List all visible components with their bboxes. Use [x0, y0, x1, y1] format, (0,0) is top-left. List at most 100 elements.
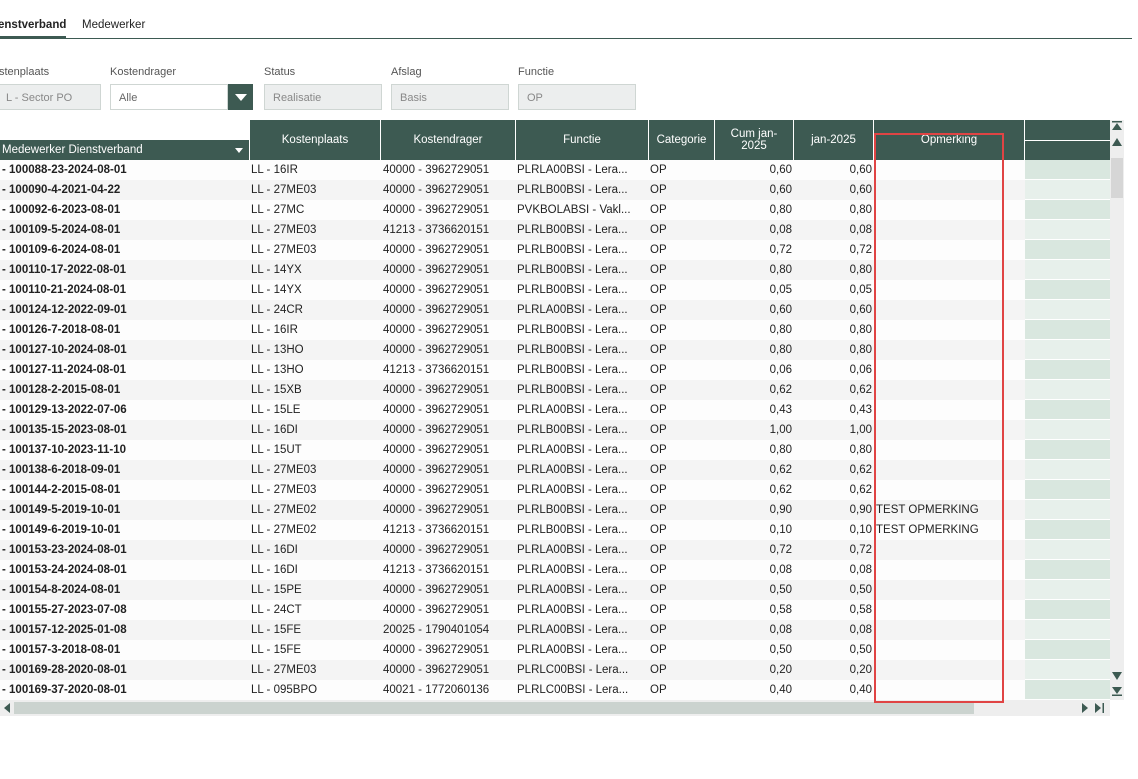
cell-cum-jan-2025[interactable]: 0,06 [715, 360, 794, 380]
cell-jan-2025[interactable]: 0,50 [794, 580, 874, 600]
cell-cum-jan-2025[interactable]: 0,40 [715, 680, 794, 700]
cell-kostendrager[interactable]: 40000 - 3962729051 [381, 160, 516, 180]
cell-extra[interactable] [1025, 280, 1110, 300]
cell-kostendrager[interactable]: 40000 - 3962729051 [381, 340, 516, 360]
kostenplaats-field[interactable]: L - Sector PO [0, 84, 101, 110]
cell-categorie[interactable]: OP [649, 360, 715, 380]
cell-kostendrager[interactable]: 40000 - 3962729051 [381, 240, 516, 260]
scroll-top-icon[interactable] [1111, 120, 1123, 132]
cell-extra[interactable] [1025, 620, 1110, 640]
cell-kostendrager[interactable]: 40000 - 3962729051 [381, 260, 516, 280]
cell-medewerker[interactable]: - 100109-5-2024-08-01 [0, 220, 250, 240]
cell-medewerker[interactable]: - 100137-10-2023-11-10 [0, 440, 250, 460]
cell-functie[interactable]: PLRLB00BSI - Lera... [516, 420, 649, 440]
cell-functie[interactable]: PLRLA00BSI - Lera... [516, 580, 649, 600]
cell-cum-jan-2025[interactable]: 0,90 [715, 500, 794, 520]
cell-kostenplaats[interactable]: LL - 095BPO [250, 680, 381, 700]
cell-kostendrager[interactable]: 40000 - 3962729051 [381, 300, 516, 320]
functie-field[interactable]: OP [518, 84, 636, 110]
cell-jan-2025[interactable]: 0,62 [794, 380, 874, 400]
scroll-down-icon[interactable] [1111, 670, 1123, 682]
cell-categorie[interactable]: OP [649, 200, 715, 220]
cell-kostenplaats[interactable]: LL - 27ME03 [250, 220, 381, 240]
cell-medewerker[interactable]: - 100169-28-2020-08-01 [0, 660, 250, 680]
cell-kostenplaats[interactable]: LL - 14YX [250, 260, 381, 280]
cell-kostenplaats[interactable]: LL - 27ME02 [250, 500, 381, 520]
cell-extra[interactable] [1025, 480, 1110, 500]
sort-arrow-icon[interactable] [235, 148, 243, 153]
cell-categorie[interactable]: OP [649, 520, 715, 540]
cell-medewerker[interactable]: - 100157-12-2025-01-08 [0, 620, 250, 640]
cell-jan-2025[interactable]: 0,08 [794, 560, 874, 580]
cell-extra[interactable] [1025, 320, 1110, 340]
vertical-scrollbar[interactable] [1110, 120, 1124, 700]
cell-functie[interactable]: PLRLB00BSI - Lera... [516, 180, 649, 200]
cell-medewerker[interactable]: - 100135-15-2023-08-01 [0, 420, 250, 440]
cell-categorie[interactable]: OP [649, 560, 715, 580]
cell-cum-jan-2025[interactable]: 0,80 [715, 320, 794, 340]
cell-kostenplaats[interactable]: LL - 13HO [250, 340, 381, 360]
cell-medewerker[interactable]: - 100127-10-2024-08-01 [0, 340, 250, 360]
cell-extra[interactable] [1025, 640, 1110, 660]
cell-jan-2025[interactable]: 0,80 [794, 260, 874, 280]
status-field[interactable]: Realisatie [264, 84, 382, 110]
cell-functie[interactable]: PLRLA00BSI - Lera... [516, 160, 649, 180]
cell-extra[interactable] [1025, 420, 1110, 440]
cell-categorie[interactable]: OP [649, 180, 715, 200]
scroll-right-icon[interactable] [1080, 702, 1090, 714]
cell-kostendrager[interactable]: 40000 - 3962729051 [381, 540, 516, 560]
cell-categorie[interactable]: OP [649, 600, 715, 620]
cell-functie[interactable]: PLRLA00BSI - Lera... [516, 300, 649, 320]
scroll-bottom-icon[interactable] [1111, 685, 1123, 697]
cell-kostendrager[interactable]: 40000 - 3962729051 [381, 480, 516, 500]
cell-extra[interactable] [1025, 160, 1110, 180]
cell-functie[interactable]: PLRLA00BSI - Lera... [516, 640, 649, 660]
cell-kostenplaats[interactable]: LL - 15FE [250, 640, 381, 660]
cell-extra[interactable] [1025, 380, 1110, 400]
cell-medewerker[interactable]: - 100149-5-2019-10-01 [0, 500, 250, 520]
cell-extra[interactable] [1025, 400, 1110, 420]
cell-medewerker[interactable]: - 100153-23-2024-08-01 [0, 540, 250, 560]
cell-categorie[interactable]: OP [649, 400, 715, 420]
cell-cum-jan-2025[interactable]: 0,80 [715, 200, 794, 220]
cell-medewerker[interactable]: - 100092-6-2023-08-01 [0, 200, 250, 220]
cell-cum-jan-2025[interactable]: 0,72 [715, 540, 794, 560]
cell-cum-jan-2025[interactable]: 0,50 [715, 640, 794, 660]
cell-jan-2025[interactable]: 0,72 [794, 540, 874, 560]
cell-extra[interactable] [1025, 680, 1110, 700]
cell-jan-2025[interactable]: 0,40 [794, 680, 874, 700]
cell-kostendrager[interactable]: 40000 - 3962729051 [381, 380, 516, 400]
cell-functie[interactable]: PLRLC00BSI - Lera... [516, 680, 649, 700]
scroll-end-icon[interactable] [1094, 702, 1106, 714]
cell-kostendrager[interactable]: 40021 - 1772060136 [381, 680, 516, 700]
cell-jan-2025[interactable]: 0,80 [794, 200, 874, 220]
cell-kostendrager[interactable]: 40000 - 3962729051 [381, 500, 516, 520]
cell-medewerker[interactable]: - 100110-21-2024-08-01 [0, 280, 250, 300]
cell-jan-2025[interactable]: 0,80 [794, 440, 874, 460]
column-header-jan-2025[interactable]: jan-2025 [794, 120, 874, 160]
cell-medewerker[interactable]: - 100128-2-2015-08-01 [0, 380, 250, 400]
cell-jan-2025[interactable]: 1,00 [794, 420, 874, 440]
cell-jan-2025[interactable]: 0,10 [794, 520, 874, 540]
cell-jan-2025[interactable]: 0,60 [794, 180, 874, 200]
cell-categorie[interactable]: OP [649, 220, 715, 240]
cell-kostendrager[interactable]: 40000 - 3962729051 [381, 400, 516, 420]
cell-categorie[interactable]: OP [649, 580, 715, 600]
cell-kostendrager[interactable]: 40000 - 3962729051 [381, 600, 516, 620]
tab-dienstverband[interactable]: enstverband [0, 19, 67, 38]
cell-extra[interactable] [1025, 560, 1110, 580]
cell-functie[interactable]: PLRLA00BSI - Lera... [516, 480, 649, 500]
cell-categorie[interactable]: OP [649, 160, 715, 180]
cell-functie[interactable]: PLRLB00BSI - Lera... [516, 340, 649, 360]
cell-kostenplaats[interactable]: LL - 27ME03 [250, 660, 381, 680]
cell-jan-2025[interactable]: 0,05 [794, 280, 874, 300]
cell-kostendrager[interactable]: 40000 - 3962729051 [381, 320, 516, 340]
cell-jan-2025[interactable]: 0,58 [794, 600, 874, 620]
cell-medewerker[interactable]: - 100088-23-2024-08-01 [0, 160, 250, 180]
cell-extra[interactable] [1025, 220, 1110, 240]
cell-categorie[interactable]: OP [649, 460, 715, 480]
cell-kostenplaats[interactable]: LL - 15FE [250, 620, 381, 640]
cell-categorie[interactable]: OP [649, 320, 715, 340]
cell-kostendrager[interactable]: 41213 - 3736620151 [381, 560, 516, 580]
cell-categorie[interactable]: OP [649, 640, 715, 660]
